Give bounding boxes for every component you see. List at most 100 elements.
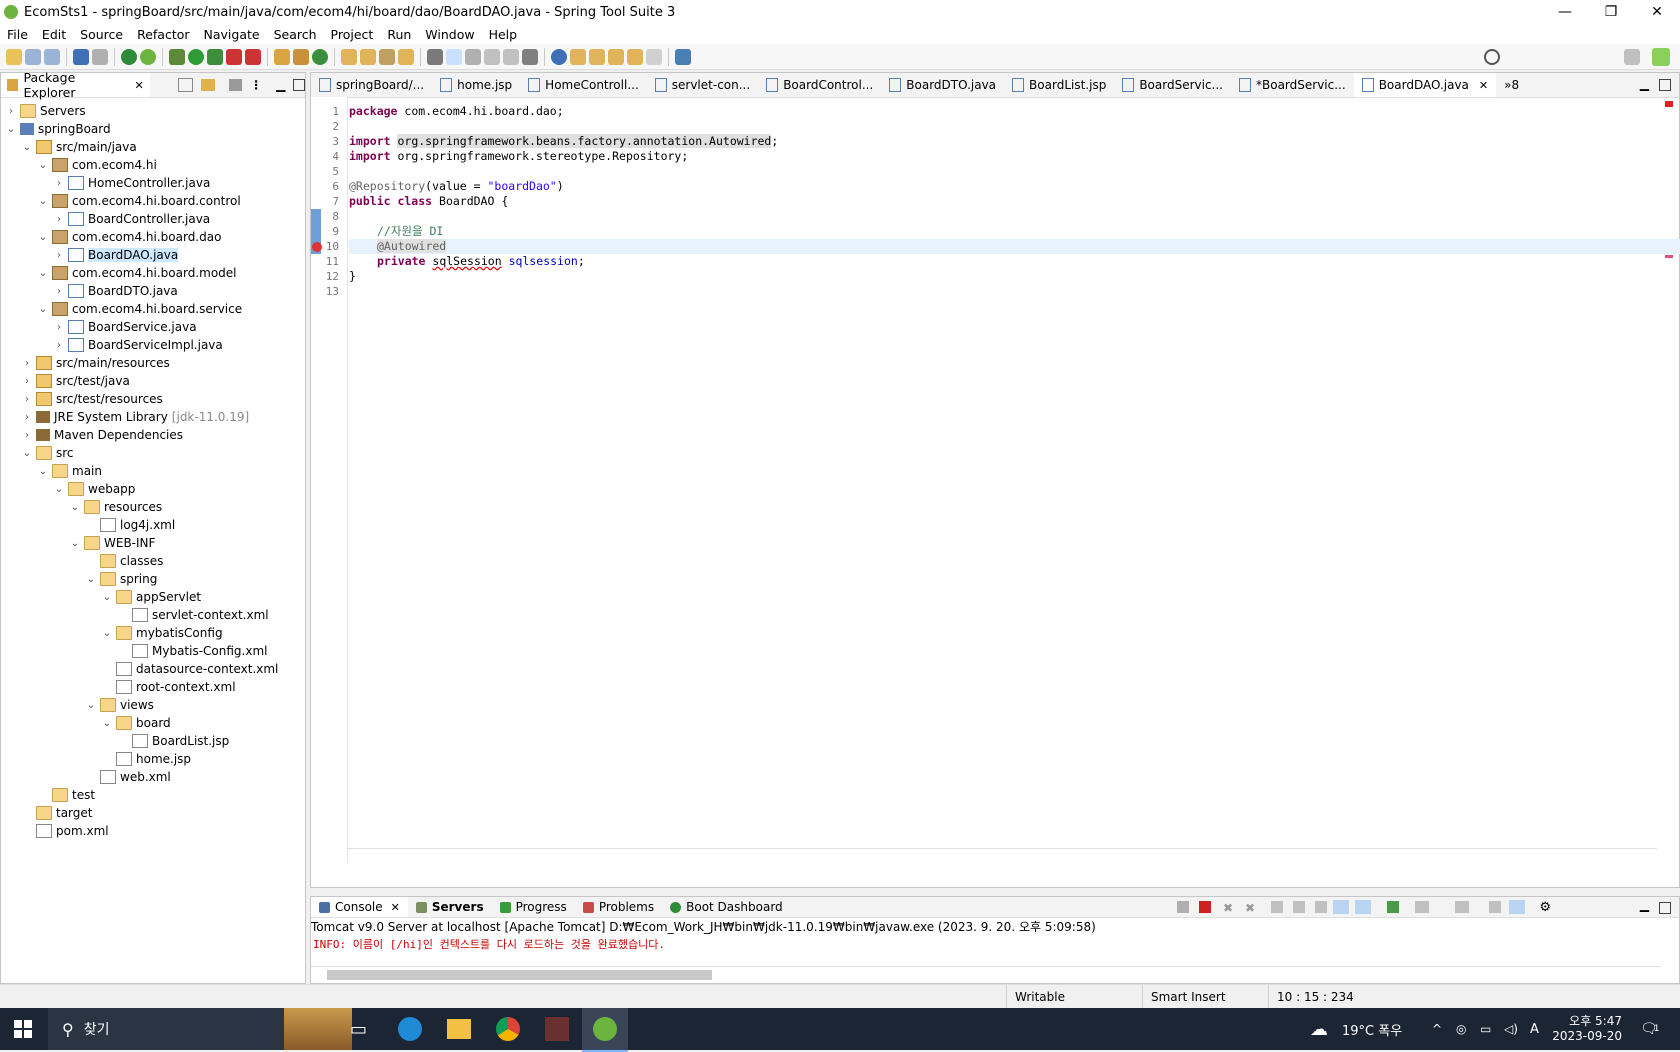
tree-item[interactable]: target: [21, 804, 93, 822]
editor-tab[interactable]: BoardList.jsp: [1004, 73, 1114, 97]
tree-item[interactable]: servlet-context.xml: [117, 606, 269, 624]
expanded-chevron-icon[interactable]: ⌄: [5, 124, 17, 135]
minimize-console-icon[interactable]: ▁: [1640, 898, 1649, 912]
game-app-icon[interactable]: [545, 1017, 569, 1041]
expanded-chevron-icon[interactable]: ⌄: [101, 628, 113, 639]
search-icon[interactable]: [1484, 49, 1500, 65]
expanded-chevron-icon[interactable]: ⌄: [37, 160, 49, 171]
copy-console-icon[interactable]: [1489, 901, 1501, 913]
show-on-stderr-icon[interactable]: [1355, 900, 1371, 914]
pin-editor-icon[interactable]: [675, 48, 691, 65]
taskbar-search-box[interactable]: ⚲ 찾기: [48, 1008, 352, 1050]
toggle-annotation-icon[interactable]: [427, 48, 443, 65]
package-explorer-tab[interactable]: Package Explorer ✕: [1, 70, 150, 100]
error-overview-marker[interactable]: [1665, 101, 1673, 107]
collapsed-chevron-icon[interactable]: ›: [53, 340, 65, 351]
tree-item[interactable]: › HomeController.java: [53, 174, 210, 192]
tree-item[interactable]: › JRE System Library [jdk-11.0.19]: [21, 408, 249, 426]
settings-gear-icon[interactable]: ⚙: [1539, 900, 1551, 915]
collapsed-chevron-icon[interactable]: ›: [21, 394, 33, 405]
open-console-icon[interactable]: [1455, 901, 1469, 913]
expanded-chevron-icon[interactable]: ⌄: [21, 448, 33, 459]
tab-progress[interactable]: Progress: [492, 897, 575, 917]
filter-icon[interactable]: [228, 79, 243, 91]
ime-indicator[interactable]: A: [1530, 1008, 1539, 1050]
new-class-icon[interactable]: [312, 48, 328, 65]
show-on-stdout-icon[interactable]: [1333, 900, 1349, 914]
terminate-icon[interactable]: [1199, 901, 1211, 913]
console-scroll-thumb[interactable]: [327, 970, 712, 980]
close-button[interactable]: ✕: [1634, 0, 1680, 24]
open-perspective-icon[interactable]: [1624, 49, 1640, 65]
previous-annotation-icon[interactable]: [589, 48, 605, 65]
spring-boot-console-icon[interactable]: [1509, 900, 1525, 914]
editor-tab[interactable]: HomeControll...: [520, 73, 647, 97]
minimize-button[interactable]: —: [1542, 0, 1588, 24]
expanded-chevron-icon[interactable]: ⌄: [69, 502, 81, 513]
tree-item[interactable]: home.jsp: [101, 750, 191, 768]
tree-item[interactable]: › Maven Dependencies: [21, 426, 183, 444]
tree-item[interactable]: classes: [85, 552, 163, 570]
open-type-icon[interactable]: [341, 48, 357, 65]
collapsed-chevron-icon[interactable]: ›: [53, 178, 65, 189]
stop-external-icon[interactable]: [245, 48, 261, 65]
new-java-project-icon[interactable]: [274, 48, 290, 65]
close-tab-icon[interactable]: ✕: [135, 79, 144, 92]
menu-window[interactable]: Window: [418, 27, 481, 42]
spring-relaunch-icon[interactable]: [140, 48, 156, 65]
tree-item[interactable]: ⌄ appServlet: [101, 588, 201, 606]
tree-item[interactable]: ⌄ com.ecom4.hi.board.control: [37, 192, 241, 210]
collapsed-chevron-icon[interactable]: ›: [53, 322, 65, 333]
tab-servers[interactable]: Servers: [408, 897, 492, 917]
tray-app-icon[interactable]: ◎: [1456, 1008, 1466, 1050]
collapsed-chevron-icon[interactable]: ›: [53, 214, 65, 225]
new-package-icon[interactable]: [293, 48, 309, 65]
stop-icon[interactable]: [226, 48, 242, 65]
tree-item[interactable]: web.xml: [85, 768, 171, 786]
last-edit-location-icon[interactable]: [608, 48, 624, 65]
word-wrap-icon[interactable]: [465, 48, 481, 65]
expanded-chevron-icon[interactable]: ⌄: [37, 304, 49, 315]
occurrence-overview-marker[interactable]: [1665, 255, 1673, 258]
clock[interactable]: 오후 5:47 2023-09-20: [1552, 1008, 1622, 1050]
menu-help[interactable]: Help: [482, 27, 525, 42]
close-tab-icon[interactable]: ✕: [1479, 79, 1488, 92]
collapsed-chevron-icon[interactable]: ›: [21, 358, 33, 369]
remove-all-icon[interactable]: ✖: [1245, 901, 1255, 915]
menu-search[interactable]: Search: [267, 27, 324, 42]
tree-item[interactable]: ⌄ views: [85, 696, 154, 714]
spring-perspective-icon[interactable]: [1652, 48, 1670, 66]
view-menu-icon[interactable]: ⋮: [250, 78, 262, 92]
globe-icon[interactable]: [551, 48, 567, 65]
tree-item[interactable]: ⌄ spring: [85, 570, 157, 588]
editor-tab[interactable]: servlet-con...: [647, 73, 758, 97]
maximize-view-icon[interactable]: [293, 79, 305, 91]
tree-item[interactable]: datasource-context.xml: [101, 660, 278, 678]
tree-item[interactable]: BoardList.jsp: [117, 732, 229, 750]
menu-run[interactable]: Run: [380, 27, 418, 42]
tree-item[interactable]: › BoardDTO.java: [53, 282, 178, 300]
tab-boot-dashboard[interactable]: Boot Dashboard: [662, 897, 791, 917]
pin-console-icon[interactable]: [1387, 901, 1399, 913]
tree-item[interactable]: ⌄ webapp: [53, 480, 135, 498]
tree-item[interactable]: log4j.xml: [85, 516, 175, 534]
tree-item[interactable]: ⌄ com.ecom4.hi: [37, 156, 157, 174]
tree-item[interactable]: ⌄ com.ecom4.hi.board.service: [37, 300, 242, 318]
tree-item[interactable]: ⌄ src/main/java: [21, 138, 137, 156]
tree-item[interactable]: › BoardService.java: [53, 318, 197, 336]
maximize-editor-icon[interactable]: [1659, 79, 1671, 91]
editor-tab[interactable]: BoardControl...: [758, 73, 881, 97]
menu-project[interactable]: Project: [324, 27, 381, 42]
restore-button[interactable]: ❐: [1588, 0, 1634, 24]
tree-item[interactable]: › BoardController.java: [53, 210, 210, 228]
open-resource-icon[interactable]: [398, 48, 414, 65]
expanded-chevron-icon[interactable]: ⌄: [37, 268, 49, 279]
forward-icon[interactable]: [646, 48, 662, 65]
tree-item[interactable]: ⌄ com.ecom4.hi.board.dao: [37, 228, 221, 246]
tab-overflow-button[interactable]: »8: [1496, 73, 1527, 97]
tree-item[interactable]: pom.xml: [21, 822, 109, 840]
file-explorer-icon[interactable]: [447, 1019, 471, 1039]
clear-console-icon[interactable]: [1271, 901, 1283, 913]
display-console-icon[interactable]: [1415, 901, 1429, 913]
mark-occurrences-icon[interactable]: [446, 48, 462, 65]
